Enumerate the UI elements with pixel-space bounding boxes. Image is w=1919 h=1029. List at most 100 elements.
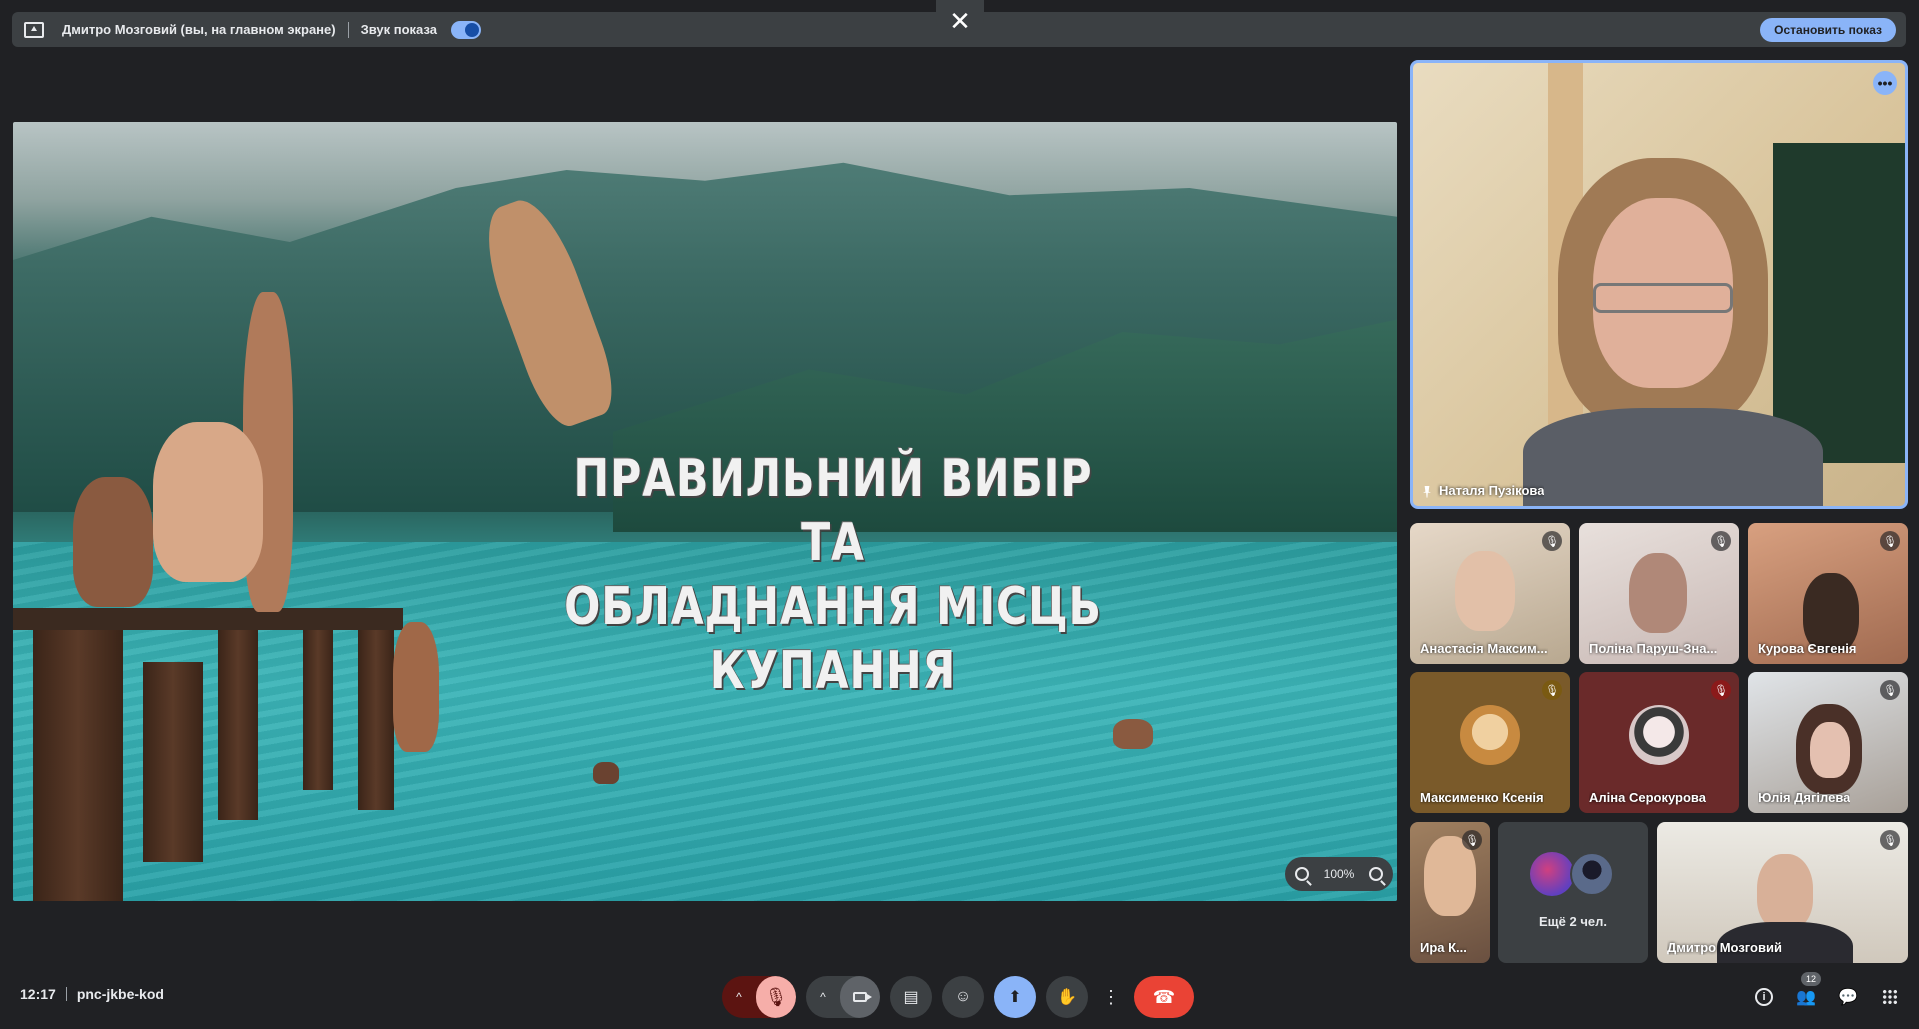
- more-participants-label: Ещё 2 чел.: [1539, 914, 1607, 929]
- more-options-button[interactable]: ⋮: [1098, 976, 1124, 1018]
- avatar: [1460, 704, 1520, 765]
- slide-title-line-2: ОБЛАДНАННЯ МІСЦЬ КУПАННЯ: [564, 577, 1102, 701]
- participant-name: Анастасія Максим...: [1420, 641, 1548, 656]
- participant-name: Поліна Паруш-Зна...: [1589, 641, 1718, 656]
- camera-control: ^: [806, 976, 880, 1018]
- reactions-button[interactable]: ☺: [942, 976, 984, 1018]
- slide-person-wading: [393, 622, 439, 752]
- mic-off-icon: 🎙: [1880, 830, 1900, 850]
- camera-options-chevron-icon[interactable]: ^: [806, 976, 840, 1018]
- slide-pier-post: [143, 662, 203, 862]
- share-sound-label: Звук показа: [360, 22, 437, 37]
- avatar: [1629, 704, 1689, 765]
- mic-off-icon: 🎙: [1542, 531, 1562, 551]
- bottom-control-bar: 12:17 pnc-jkbe-kod ^ 🎙 ^ ▤ ☺ ⬆ ✋ ⋮ ☎ i 1…: [0, 960, 1919, 1029]
- slide-pier-post: [33, 630, 123, 901]
- slide-pier-post: [218, 630, 258, 820]
- participant-face: [1629, 553, 1687, 633]
- participant-tile[interactable]: 🎙 Ира К...: [1410, 822, 1490, 963]
- call-controls: ^ 🎙 ^ ▤ ☺ ⬆ ✋ ⋮ ☎: [722, 976, 1194, 1018]
- participant-name: Курова Євгенія: [1758, 641, 1857, 656]
- participant-name: Юлія Дягілева: [1758, 790, 1851, 805]
- pinned-participant-tile[interactable]: ••• Наталя Пузікова: [1410, 60, 1908, 509]
- info-icon: i: [1755, 988, 1773, 1006]
- participant-name: Наталя Пузікова: [1423, 483, 1544, 498]
- camera-button[interactable]: [840, 976, 880, 1018]
- zoom-control: 100%: [1285, 857, 1393, 891]
- raise-hand-button[interactable]: ✋: [1046, 976, 1088, 1018]
- zoom-out-icon[interactable]: [1295, 867, 1309, 881]
- participant-name: Аліна Серокурова: [1589, 790, 1706, 805]
- mic-off-icon: 🎙: [1542, 680, 1562, 700]
- people-button[interactable]: 12 👥: [1795, 972, 1821, 1008]
- side-panel-controls: i 12 👥 💬: [1753, 972, 1901, 1008]
- camera-icon: [853, 992, 872, 1002]
- hangup-icon: ☎: [1152, 986, 1176, 1007]
- participant-tile[interactable]: 🎙 Максименко Ксенія: [1410, 672, 1570, 813]
- slide-pier-post: [358, 630, 394, 810]
- participant-tile[interactable]: 🎙 Курова Євгенія: [1748, 523, 1908, 664]
- slide-title: ПРАВИЛЬНИЙ ВИБІР ТА ОБЛАДНАННЯ МІСЦЬ КУП…: [546, 447, 1120, 703]
- participant-glasses: [1593, 283, 1733, 313]
- participant-name: Ира К...: [1420, 940, 1467, 955]
- current-time: 12:17: [20, 986, 56, 1002]
- presenting-top-bar: Дмитро Мозговий (вы, на главном экране) …: [0, 0, 1919, 60]
- more-options-button[interactable]: •••: [1873, 71, 1897, 95]
- mic-off-icon: 🎙: [1880, 531, 1900, 551]
- zoom-in-icon[interactable]: [1368, 867, 1383, 881]
- mic-off-icon: 🎙: [1462, 830, 1482, 850]
- slide-pier-deck: [13, 608, 403, 630]
- microphone-control: ^ 🎙: [722, 976, 796, 1018]
- captions-button[interactable]: ▤: [890, 976, 932, 1018]
- chat-icon: 💬: [1838, 989, 1858, 1006]
- participant-tile[interactable]: 🎙 Дмитро Мозговий: [1657, 822, 1908, 963]
- participant-face: [1455, 551, 1515, 631]
- meeting-details-button[interactable]: i: [1753, 986, 1775, 1008]
- zoom-level: 100%: [1323, 867, 1355, 881]
- share-sound-toggle[interactable]: [450, 20, 481, 39]
- pin-icon: [1423, 485, 1431, 498]
- avatar: [1530, 852, 1574, 896]
- participant-face: [1810, 722, 1850, 778]
- participant-tile[interactable]: 🎙 Поліна Паруш-Зна...: [1579, 523, 1739, 664]
- captions-icon: ▤: [903, 989, 919, 1006]
- divider: [347, 21, 349, 38]
- mic-off-icon: 🎙: [1711, 680, 1731, 700]
- participant-name: Максименко Ксенія: [1420, 790, 1544, 805]
- mic-off-icon: 🎙: [1880, 680, 1900, 700]
- slide-pier-post: [303, 630, 333, 790]
- stop-presenting-button[interactable]: Остановить показ: [1760, 18, 1896, 42]
- participant-tile[interactable]: 🎙 Юлія Дягілева: [1748, 672, 1908, 813]
- mic-off-icon: 🎙: [1711, 531, 1731, 551]
- emoji-icon: ☺: [954, 988, 972, 1005]
- slide-person-swimming: [593, 762, 619, 784]
- presenter-label: Дмитро Мозговий (вы, на главном экране): [62, 22, 336, 37]
- participant-name: Дмитро Мозговий: [1667, 940, 1782, 955]
- divider: [65, 987, 67, 1001]
- slide-person-sitting: [73, 477, 153, 607]
- more-vert-icon: ⋮: [1102, 986, 1120, 1007]
- slide-person-swimming: [1113, 719, 1153, 749]
- meeting-info: 12:17 pnc-jkbe-kod: [20, 986, 164, 1002]
- more-participants-tile[interactable]: Ещё 2 чел.: [1498, 822, 1648, 963]
- participant-face: [1757, 854, 1813, 930]
- slide-person-sitting: [153, 422, 263, 582]
- slide-title-line-1: ПРАВИЛЬНИЙ ВИБІР ТА: [573, 449, 1093, 573]
- mic-off-icon[interactable]: 🎙: [756, 976, 796, 1018]
- participants-count-badge: 12: [1801, 972, 1821, 986]
- participant-tile[interactable]: 🎙 Анастасія Максим...: [1410, 523, 1570, 664]
- chat-button[interactable]: 💬: [1837, 986, 1859, 1008]
- activities-button[interactable]: [1879, 986, 1901, 1008]
- mic-options-chevron-icon[interactable]: ^: [722, 976, 756, 1018]
- meeting-code: pnc-jkbe-kod: [76, 986, 164, 1002]
- present-icon: ⬆: [1008, 989, 1022, 1006]
- pinned-participant-name: Наталя Пузікова: [1439, 483, 1545, 498]
- participant-tile[interactable]: 🎙 Аліна Серокурова: [1579, 672, 1739, 813]
- present-screen-icon: [24, 21, 44, 38]
- apps-grid-icon: [1882, 989, 1898, 1005]
- presentation-stage: ПРАВИЛЬНИЙ ВИБІР ТА ОБЛАДНАННЯ МІСЦЬ КУП…: [13, 122, 1397, 901]
- chalkboard: [1773, 143, 1905, 463]
- hand-icon: ✋: [1057, 989, 1077, 1006]
- present-button[interactable]: ⬆: [994, 976, 1036, 1018]
- leave-call-button[interactable]: ☎: [1134, 976, 1194, 1018]
